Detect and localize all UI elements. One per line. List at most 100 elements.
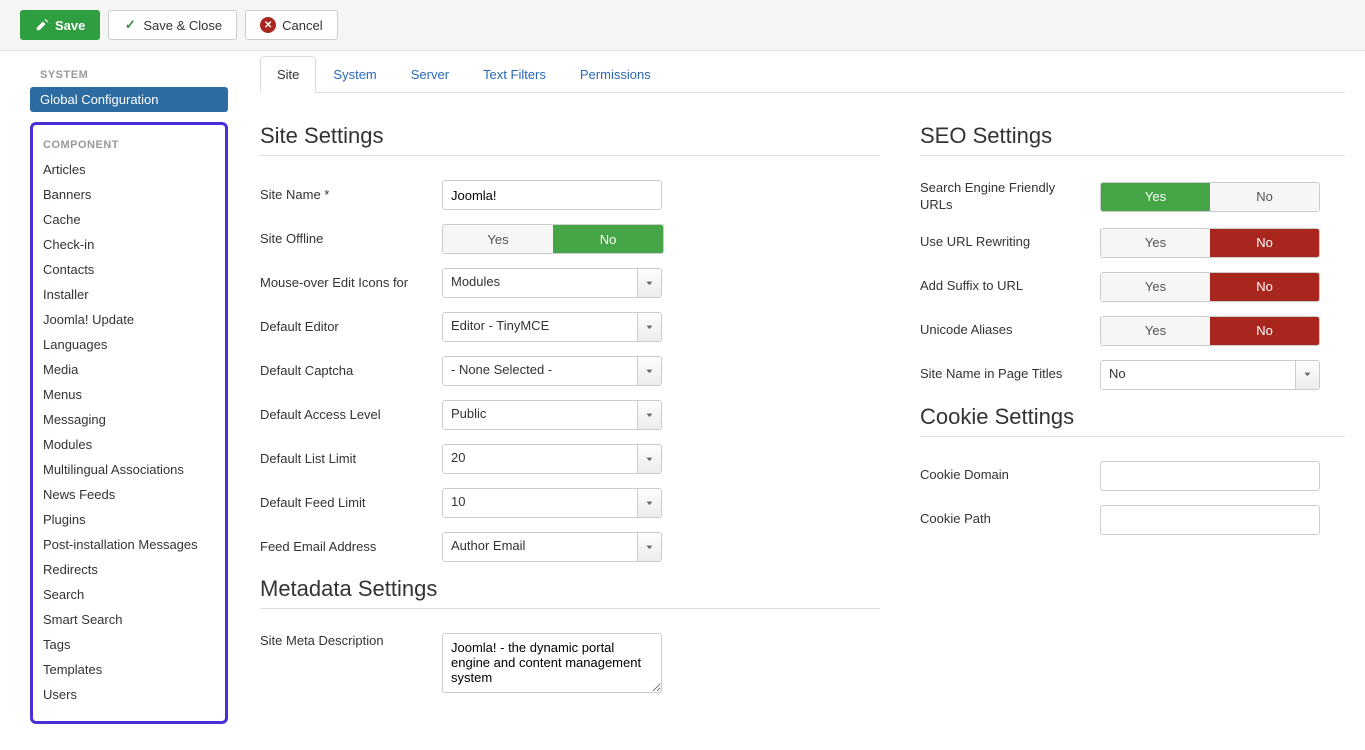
default-captcha-select[interactable]: - None Selected - [442,356,662,386]
suffix-no[interactable]: No [1210,273,1319,301]
url-rewriting-toggle[interactable]: Yes No [1100,228,1320,258]
sidebar-item-redirects[interactable]: Redirects [33,557,225,582]
chevron-down-icon [637,445,661,473]
sef-urls-toggle[interactable]: Yes No [1100,182,1320,212]
default-list-value: 20 [443,445,637,473]
sidebar-item-news-feeds[interactable]: News Feeds [33,482,225,507]
chevron-down-icon [637,269,661,297]
default-access-label: Default Access Level [260,407,442,424]
site-offline-toggle[interactable]: Yes No [442,224,664,254]
pagetitles-label: Site Name in Page Titles [920,366,1100,383]
feed-email-select[interactable]: Author Email [442,532,662,562]
unicode-no[interactable]: No [1210,317,1319,345]
cookie-settings-heading: Cookie Settings [920,404,1345,430]
metadata-settings-heading: Metadata Settings [260,576,880,602]
feed-email-label: Feed Email Address [260,539,442,556]
sidebar-item-banners[interactable]: Banners [33,182,225,207]
sidebar-item-plugins[interactable]: Plugins [33,507,225,532]
sidebar-item-users[interactable]: Users [33,682,225,707]
sidebar-item-check-in[interactable]: Check-in [33,232,225,257]
default-feed-select[interactable]: 10 [442,488,662,518]
rewrite-no[interactable]: No [1210,229,1319,257]
unicode-aliases-toggle[interactable]: Yes No [1100,316,1320,346]
suffix-url-label: Add Suffix to URL [920,278,1100,295]
divider [260,155,880,156]
unicode-yes[interactable]: Yes [1101,317,1210,345]
sidebar-item-articles[interactable]: Articles [33,157,225,182]
default-list-select[interactable]: 20 [442,444,662,474]
sidebar-item-joomla-update[interactable]: Joomla! Update [33,307,225,332]
save-button[interactable]: Save [20,10,100,40]
sidebar-item-modules[interactable]: Modules [33,432,225,457]
default-editor-select[interactable]: Editor - TinyMCE [442,312,662,342]
check-icon [123,18,137,32]
default-captcha-label: Default Captcha [260,363,442,380]
cookie-path-input[interactable] [1100,505,1320,535]
sidebar-item-media[interactable]: Media [33,357,225,382]
default-captcha-value: - None Selected - [443,357,637,385]
url-rewriting-label: Use URL Rewriting [920,234,1100,251]
chevron-down-icon [637,401,661,429]
meta-desc-textarea[interactable] [442,633,662,693]
chevron-down-icon [637,313,661,341]
sidebar-component-box: COMPONENT ArticlesBannersCacheCheck-inCo… [30,122,228,724]
cookie-domain-label: Cookie Domain [920,467,1100,484]
tab-text-filters[interactable]: Text Filters [466,56,563,93]
pagetitles-select[interactable]: No [1100,360,1320,390]
sidebar-item-contacts[interactable]: Contacts [33,257,225,282]
site-offline-label: Site Offline [260,231,442,248]
save-close-button-label: Save & Close [143,18,222,33]
mouse-over-label: Mouse-over Edit Icons for [260,275,442,292]
site-name-label: Site Name * [260,187,442,204]
site-name-input[interactable] [442,180,662,210]
cancel-icon [260,17,276,33]
sef-no[interactable]: No [1210,183,1319,211]
cancel-button-label: Cancel [282,18,322,33]
cookie-path-label: Cookie Path [920,511,1100,528]
tab-system[interactable]: System [316,56,393,93]
sidebar-item-languages[interactable]: Languages [33,332,225,357]
chevron-down-icon [637,357,661,385]
sidebar-item-installer[interactable]: Installer [33,282,225,307]
sef-yes[interactable]: Yes [1101,183,1210,211]
chevron-down-icon [1295,361,1319,389]
tab-site[interactable]: Site [260,56,316,93]
sidebar-item-post-installation-messages[interactable]: Post-installation Messages [33,532,225,557]
sidebar-item-cache[interactable]: Cache [33,207,225,232]
rewrite-yes[interactable]: Yes [1101,229,1210,257]
site-offline-yes[interactable]: Yes [443,225,553,253]
default-access-value: Public [443,401,637,429]
sidebar-item-smart-search[interactable]: Smart Search [33,607,225,632]
seo-settings-heading: SEO Settings [920,123,1345,149]
tab-server[interactable]: Server [394,56,466,93]
sidebar-item-menus[interactable]: Menus [33,382,225,407]
unicode-aliases-label: Unicode Aliases [920,322,1100,339]
mouse-over-value: Modules [443,269,637,297]
default-editor-label: Default Editor [260,319,442,336]
default-feed-label: Default Feed Limit [260,495,442,512]
cookie-domain-input[interactable] [1100,461,1320,491]
mouse-over-select[interactable]: Modules [442,268,662,298]
sidebar-item-messaging[interactable]: Messaging [33,407,225,432]
save-button-label: Save [55,18,85,33]
sidebar-item-global-configuration[interactable]: Global Configuration [30,87,228,112]
chevron-down-icon [637,533,661,561]
pencil-icon [35,18,49,32]
sidebar-component-heading: COMPONENT [33,133,225,157]
chevron-down-icon [637,489,661,517]
divider [260,608,880,609]
site-offline-no[interactable]: No [553,225,663,253]
suffix-yes[interactable]: Yes [1101,273,1210,301]
save-close-button[interactable]: Save & Close [108,10,237,40]
suffix-url-toggle[interactable]: Yes No [1100,272,1320,302]
divider [920,436,1345,437]
sidebar-item-search[interactable]: Search [33,582,225,607]
sidebar-item-tags[interactable]: Tags [33,632,225,657]
sidebar-item-multilingual-associations[interactable]: Multilingual Associations [33,457,225,482]
tab-permissions[interactable]: Permissions [563,56,668,93]
feed-email-value: Author Email [443,533,637,561]
default-access-select[interactable]: Public [442,400,662,430]
cancel-button[interactable]: Cancel [245,10,337,40]
pagetitles-value: No [1101,361,1295,389]
sidebar-item-templates[interactable]: Templates [33,657,225,682]
